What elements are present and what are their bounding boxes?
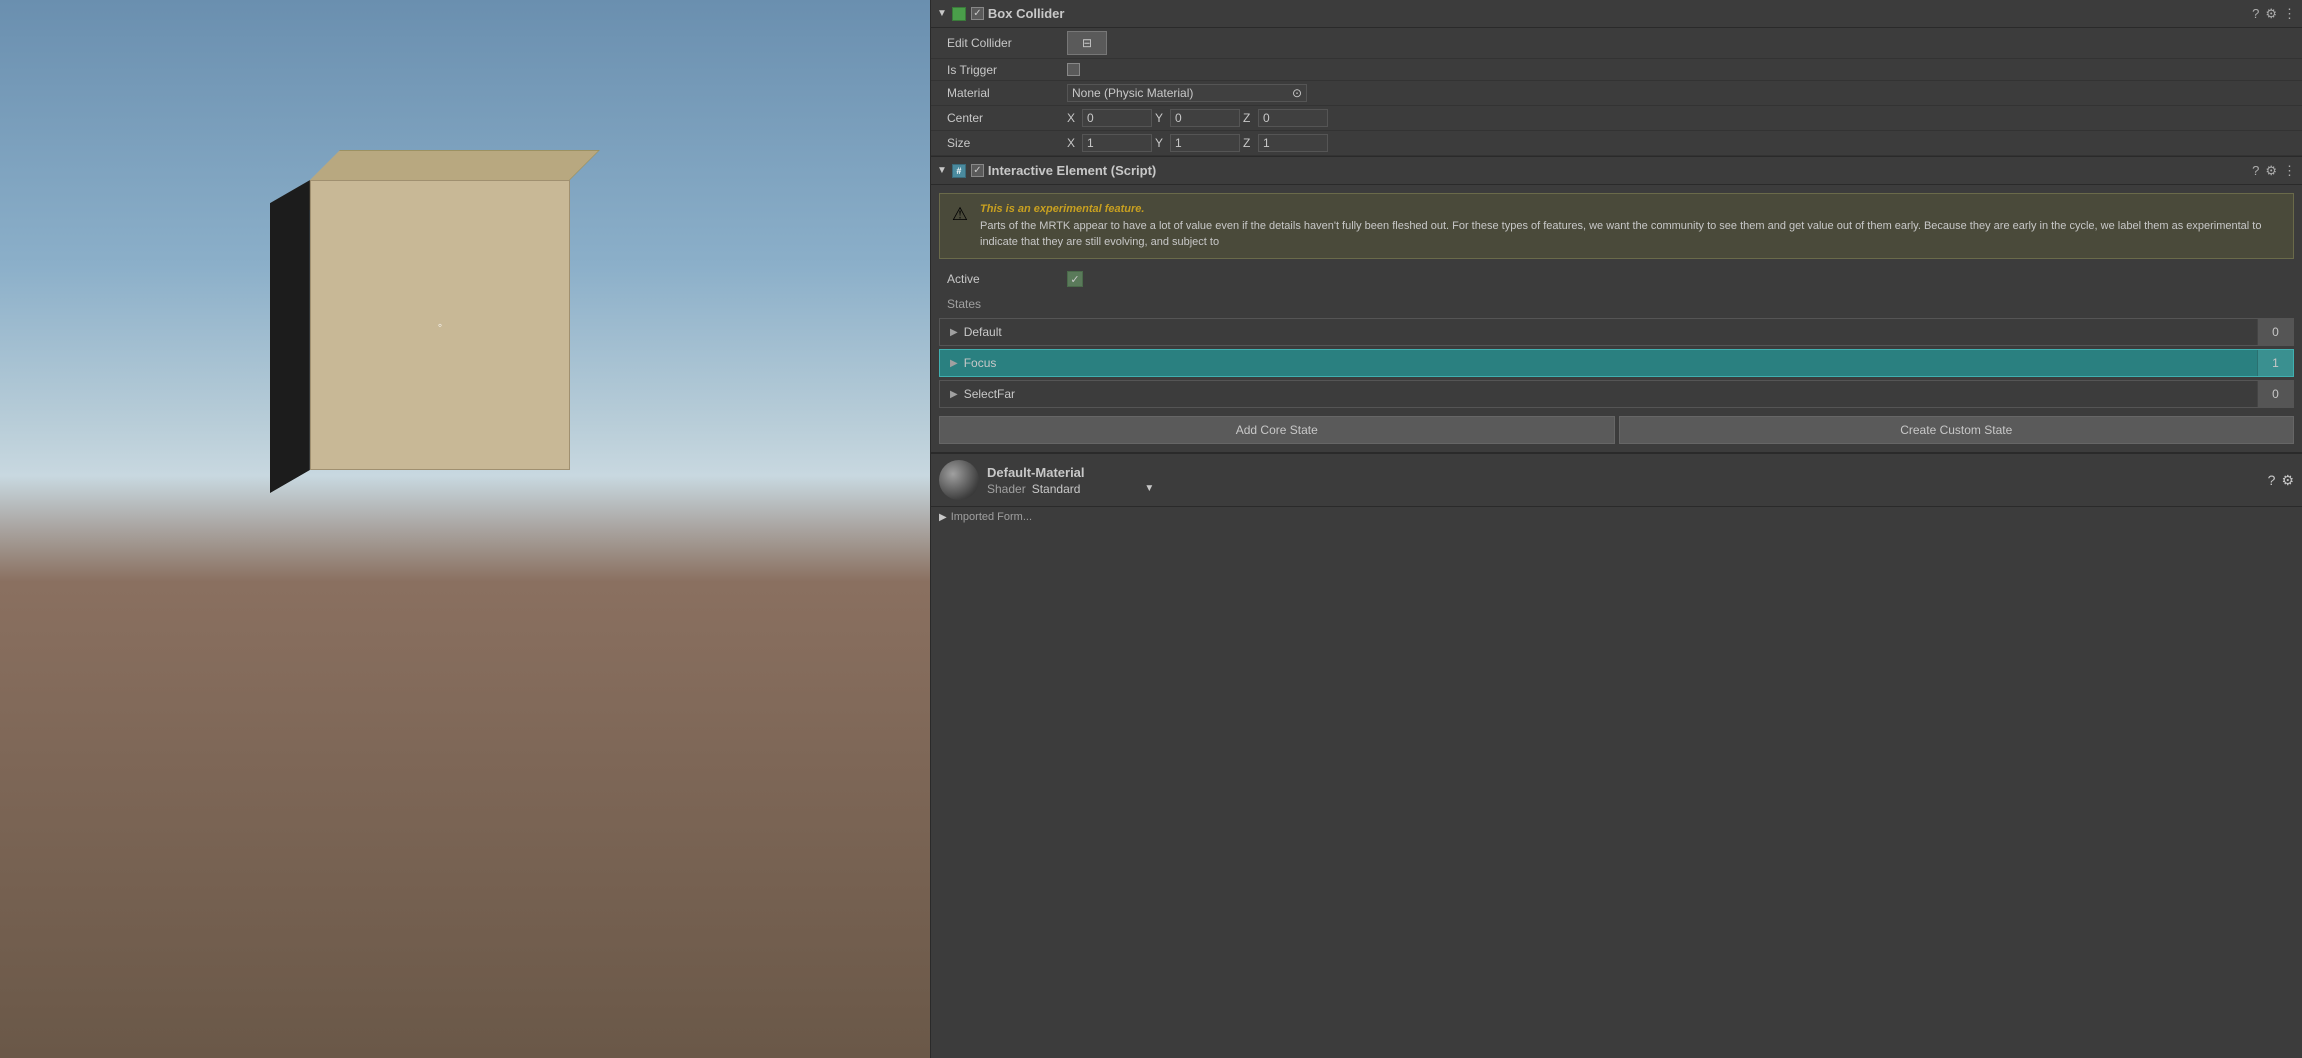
- bottom-section-collapse[interactable]: ▶ Imported Form...: [931, 507, 2302, 527]
- box-collider-collapse-arrow[interactable]: ▼: [937, 8, 947, 19]
- size-x-label: X: [1067, 136, 1079, 150]
- state-default-arrow: ▶: [950, 327, 958, 338]
- state-selectfar-name: SelectFar: [964, 387, 1015, 401]
- center-row: Center X Y Z: [931, 106, 2302, 131]
- material-shader-dropdown[interactable]: Standard ▼: [1032, 482, 1155, 496]
- is-trigger-label: Is Trigger: [947, 63, 1067, 77]
- box-collider-settings-icon[interactable]: ⚙: [2265, 6, 2277, 22]
- center-x-label: X: [1067, 111, 1079, 125]
- edit-collider-row: Edit Collider ⊟: [931, 28, 2302, 59]
- interactive-element-section: ▼ # Interactive Element (Script) ? ⚙ ⋮ ⚠…: [931, 157, 2302, 444]
- center-z-label: Z: [1243, 111, 1255, 125]
- warning-body: Parts of the MRTK appear to have a lot o…: [980, 219, 2285, 250]
- edit-collider-label: Edit Collider: [947, 36, 1067, 50]
- box-collider-icon: [951, 6, 967, 22]
- edit-collider-icon: ⊟: [1082, 36, 1092, 50]
- state-row-selectfar: ▶ SelectFar 0: [939, 380, 2294, 408]
- size-z-label: Z: [1243, 136, 1255, 150]
- state-button-row: Add Core State Create Custom State: [939, 416, 2294, 444]
- collider-material-label: Material: [947, 86, 1067, 100]
- create-custom-state-button[interactable]: Create Custom State: [1619, 416, 2295, 444]
- collider-material-target-icon[interactable]: ⊙: [1292, 86, 1302, 100]
- center-label: Center: [947, 111, 1067, 125]
- material-name: Default-Material: [987, 465, 2260, 480]
- state-row-default: ▶ Default 0: [939, 318, 2294, 346]
- active-row: Active: [931, 267, 2302, 291]
- material-shader-value: Standard: [1032, 482, 1081, 496]
- warning-icon: ⚠: [948, 202, 972, 226]
- material-info: Default-Material Shader Standard ▼: [987, 465, 2260, 496]
- size-label: Size: [947, 136, 1067, 150]
- size-y-input[interactable]: [1170, 134, 1240, 152]
- state-selectfar-arrow: ▶: [950, 389, 958, 400]
- is-trigger-checkbox[interactable]: [1067, 63, 1080, 76]
- bottom-collapse-arrow: ▶: [939, 512, 947, 523]
- inspector-panel: ▼ Box Collider ? ⚙ ⋮ Edit Collider ⊟ Is: [930, 0, 2302, 1058]
- crosshair-indicator: ◦: [434, 319, 446, 331]
- material-section: Default-Material Shader Standard ▼ ? ⚙: [931, 453, 2302, 506]
- box-collider-help-icon[interactable]: ?: [2252, 6, 2259, 21]
- center-y-label: Y: [1155, 111, 1167, 125]
- collider-material-row: Material None (Physic Material) ⊙: [931, 81, 2302, 106]
- center-y-input[interactable]: [1170, 109, 1240, 127]
- state-default-name: Default: [964, 325, 1002, 339]
- state-focus-arrow: ▶: [950, 358, 958, 369]
- state-default-count: 0: [2257, 319, 2293, 345]
- is-trigger-row: Is Trigger: [931, 59, 2302, 81]
- state-focus-name: Focus: [964, 356, 997, 370]
- scene-viewport[interactable]: ◦: [0, 0, 930, 1058]
- center-z-input[interactable]: [1258, 109, 1328, 127]
- warning-title: This is an experimental feature.: [980, 202, 2285, 217]
- material-icons: ? ⚙: [2268, 472, 2294, 489]
- ie-collapse-arrow[interactable]: ▼: [937, 165, 947, 176]
- state-row-focus: ▶ Focus 1: [939, 349, 2294, 377]
- ie-title: Interactive Element (Script): [988, 163, 2252, 178]
- material-help-icon[interactable]: ?: [2268, 472, 2276, 488]
- material-shader-row: Shader Standard ▼: [987, 482, 2260, 496]
- collider-material-value: None (Physic Material): [1072, 86, 1193, 100]
- center-x-input[interactable]: [1082, 109, 1152, 127]
- collider-material-select[interactable]: None (Physic Material) ⊙: [1067, 84, 1307, 102]
- material-shader-label: Shader: [987, 482, 1026, 496]
- edit-collider-button[interactable]: ⊟: [1067, 31, 1107, 55]
- material-settings-icon[interactable]: ⚙: [2281, 472, 2294, 489]
- state-focus-count: 1: [2257, 350, 2293, 376]
- size-z-input[interactable]: [1258, 134, 1328, 152]
- ie-help-icon[interactable]: ?: [2252, 163, 2259, 178]
- ie-more-icon[interactable]: ⋮: [2283, 163, 2296, 179]
- box-collider-title: Box Collider: [988, 6, 2252, 21]
- material-sphere-preview: [939, 460, 979, 500]
- interactive-element-header: ▼ # Interactive Element (Script) ? ⚙ ⋮: [931, 157, 2302, 185]
- state-expand-default[interactable]: ▶ Default: [940, 319, 2257, 345]
- ie-icon: #: [951, 163, 967, 179]
- add-core-state-button[interactable]: Add Core State: [939, 416, 1615, 444]
- warning-content: This is an experimental feature. Parts o…: [980, 202, 2285, 250]
- bottom-section-label: Imported Form...: [951, 511, 1032, 523]
- active-checkbox[interactable]: [1067, 271, 1083, 287]
- active-label: Active: [947, 272, 1067, 286]
- states-section-label: States: [931, 291, 2302, 315]
- shader-dropdown-arrow: ▼: [1144, 483, 1154, 494]
- experimental-warning: ⚠ This is an experimental feature. Parts…: [939, 193, 2294, 259]
- box-collider-more-icon[interactable]: ⋮: [2283, 6, 2296, 22]
- 3d-cube: ◦: [280, 180, 540, 470]
- box-collider-header: ▼ Box Collider ? ⚙ ⋮: [931, 0, 2302, 28]
- size-row: Size X Y Z: [931, 131, 2302, 156]
- state-expand-selectfar[interactable]: ▶ SelectFar: [940, 381, 2257, 407]
- ie-enabled-checkbox[interactable]: [971, 164, 984, 177]
- box-collider-section: ▼ Box Collider ? ⚙ ⋮ Edit Collider ⊟ Is: [931, 0, 2302, 156]
- size-x-input[interactable]: [1082, 134, 1152, 152]
- size-y-label: Y: [1155, 136, 1167, 150]
- state-selectfar-count: 0: [2257, 381, 2293, 407]
- ie-settings-icon[interactable]: ⚙: [2265, 163, 2277, 179]
- box-collider-enabled-checkbox[interactable]: [971, 7, 984, 20]
- state-expand-focus[interactable]: ▶ Focus: [940, 350, 2257, 376]
